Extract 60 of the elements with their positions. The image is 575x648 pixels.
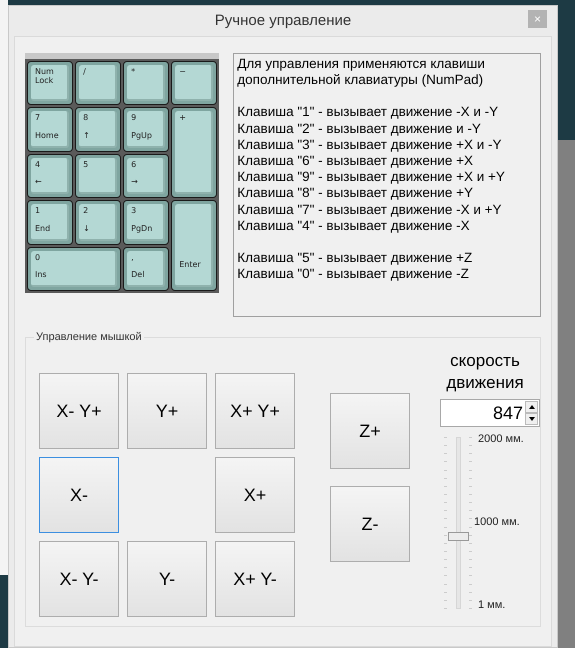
help-text-line: Клавиша "7" - вызывает движение -X и +Y [237,202,503,218]
key-label: 3 [131,206,138,216]
xy-move-button[interactable]: X- Y+ [39,373,119,449]
xy-move-button[interactable]: X+ Y- [215,541,295,617]
key-label: 8 [83,113,90,122]
key-label: → [131,177,139,186]
spin-down-icon[interactable] [525,413,538,425]
key-label: ← [35,177,43,186]
key-label: 0 [35,252,42,262]
key-label: PgDn [131,224,154,233]
help-text-line: Для управления применяются клавиши [237,56,486,72]
key-label: Ins [35,270,48,279]
key-label: ↓ [83,224,91,233]
key-label: − [179,67,187,76]
key-label: 6 [131,160,138,169]
help-text-line: Клавиша "3" - вызывает движение +X и -Y [237,136,503,154]
slider-thumb[interactable] [448,532,468,541]
key-label: End [35,224,52,233]
help-text-line: Клавиша "2" - вызывает движение и -Y [237,120,482,137]
help-text-line: Клавиша "5" - вызывает движение +Z [237,250,474,266]
key-label: , [131,252,135,262]
scale-label: 2000 мм. [478,432,524,447]
help-text-line: Клавиша "0" - вызывает движение -Z [237,266,470,282]
key-label: 5 [83,160,90,169]
help-text-line: дополнительной клавиатуры (NumPad) [237,72,484,88]
speed-value: 847 [492,402,524,424]
scale-label: 1 мм. [478,598,506,612]
speed-spinbox[interactable]: 847 [440,399,540,427]
key-label: 9 [131,113,138,122]
xy-move-button[interactable]: Y+ [127,373,207,449]
key-label: Enter [179,260,202,269]
help-text-line: Клавиша "6" - вызывает движение +X [237,153,474,170]
key-label: / [83,67,87,76]
key-label: 4 [35,160,42,169]
key-label: 7 [35,113,42,122]
key-label: ↑ [83,130,91,140]
window-title: Ручное управление [214,10,352,31]
key-label: Home [35,130,60,140]
key-label: 1 [35,206,42,216]
xy-move-button[interactable]: X+ [215,457,295,533]
help-text-line: Клавиша "1" - вызывает движение -X и -Y [237,104,500,121]
help-text-line: Клавиша "8" - вызывает движение +Y [237,185,474,202]
key-label: PgUp [131,130,153,140]
spin-up-icon[interactable] [525,401,538,413]
xy-move-button[interactable]: X+ Y+ [215,373,295,449]
z-move-button[interactable]: Z+ [330,393,410,469]
help-text-line: Клавиша "4" - вызывает движение -X [237,218,471,234]
scale-label: 1000 мм. [474,514,521,530]
z-move-button[interactable]: Z- [330,486,410,562]
key-label: * [131,67,136,76]
xy-move-button[interactable]: X- [39,457,119,533]
key-label: Num Lock [35,67,55,85]
group-title: Управление мышкой [34,329,144,346]
xy-move-button[interactable]: X- Y- [39,541,119,617]
key-label: 2 [83,206,90,216]
help-text-line: Клавиша "9" - вызывает движение +X и +Y [237,169,506,186]
key-label: + [179,113,187,122]
speed-label: скорость движения [445,350,525,394]
key-label: Del [131,270,146,279]
xy-move-button[interactable]: Y- [127,541,207,617]
